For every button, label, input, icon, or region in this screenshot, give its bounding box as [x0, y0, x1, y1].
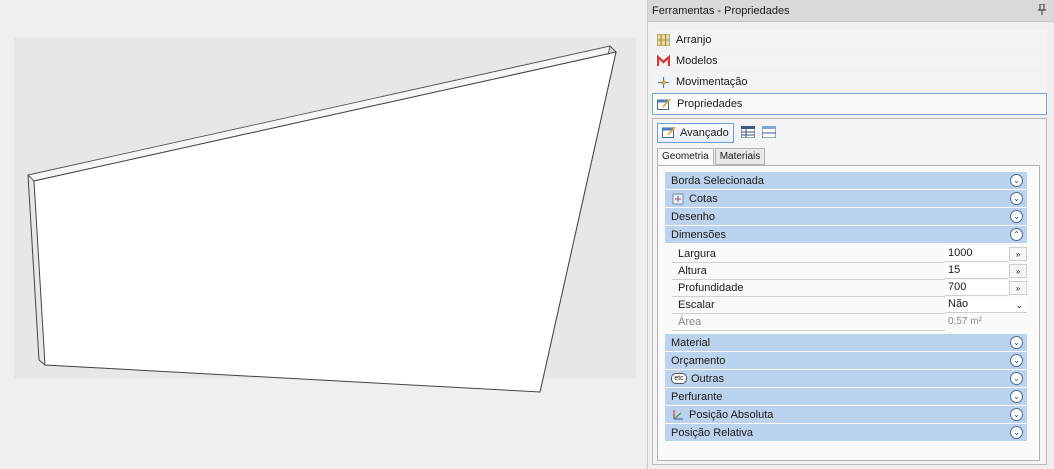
- profundidade-input[interactable]: 700: [945, 280, 1008, 296]
- escalar-select[interactable]: Não ⌄: [945, 297, 1027, 313]
- property-label: Largura: [678, 248, 716, 260]
- grid-icon: [656, 33, 670, 47]
- alphabetical-view-icon[interactable]: [761, 125, 777, 140]
- group-label: Orçamento: [671, 354, 726, 367]
- property-row-area: Área 0,57 m²: [665, 314, 1027, 331]
- nav-item-label: Modelos: [676, 55, 718, 67]
- properties-tabs: Geometria Materiais: [657, 148, 766, 166]
- chevron-down-icon[interactable]: ⌄: [1010, 390, 1023, 403]
- move-icon: [656, 75, 670, 89]
- chevron-down-icon[interactable]: ⌄: [1010, 174, 1023, 187]
- property-grid: Borda Selecionada ⌄ Cotas ⌄ Desenho ⌄ Di…: [657, 165, 1040, 461]
- panel-title: Ferramentas - Propriedades: [652, 4, 790, 17]
- group-label: Borda Selecionada: [671, 174, 764, 187]
- group-label: Posição Relativa: [671, 426, 753, 439]
- property-label: Escalar: [678, 299, 715, 311]
- chevron-down-icon[interactable]: ⌄: [1010, 336, 1023, 349]
- group-dimensoes[interactable]: Dimensões ⌃: [665, 226, 1027, 243]
- property-label: Profundidade: [678, 282, 744, 294]
- panel-3d-shape[interactable]: [0, 0, 645, 469]
- chevron-down-icon[interactable]: ⌄: [1010, 408, 1023, 421]
- nav-item-propriedades[interactable]: Propriedades: [652, 93, 1047, 115]
- panel-titlebar: Ferramentas - Propriedades: [648, 0, 1054, 22]
- property-label: Altura: [678, 265, 707, 277]
- escalar-value: Não: [948, 298, 969, 310]
- chevron-down-icon[interactable]: ⌄: [1010, 372, 1023, 385]
- largura-expand-button[interactable]: »: [1009, 247, 1027, 261]
- group-material[interactable]: Material ⌄: [665, 334, 1027, 351]
- models-icon: [656, 54, 670, 68]
- pin-icon[interactable]: [1038, 3, 1046, 18]
- tools-properties-panel: Ferramentas - Propriedades Arranjo Model…: [647, 0, 1054, 469]
- advanced-button[interactable]: Avançado: [657, 123, 734, 143]
- chevron-down-icon[interactable]: ⌄: [1010, 192, 1023, 205]
- tab-materiais[interactable]: Materiais: [714, 148, 766, 165]
- nav-item-arranjo[interactable]: Arranjo: [652, 30, 1047, 50]
- group-label: Posição Absoluta: [689, 408, 774, 421]
- group-perfurante[interactable]: Perfurante ⌄: [665, 388, 1027, 405]
- property-row-profundidade: Profundidade 700 »: [665, 280, 1027, 297]
- properties-toolbar: Avançado: [657, 123, 777, 143]
- row-separator: [672, 330, 945, 331]
- etc-icon: etc: [671, 373, 687, 384]
- group-label: Cotas: [689, 192, 718, 205]
- group-orcamento[interactable]: Orçamento ⌄: [665, 352, 1027, 369]
- properties-icon: [662, 126, 676, 140]
- chevron-down-icon[interactable]: ⌄: [1015, 300, 1023, 311]
- group-posicao-relativa[interactable]: Posição Relativa ⌄: [665, 424, 1027, 441]
- nav-item-movimentacao[interactable]: Movimentação: [652, 72, 1047, 92]
- property-row-altura: Altura 15 »: [665, 263, 1027, 280]
- categorized-view-icon[interactable]: [740, 125, 756, 140]
- tool-nav-list: Arranjo Modelos Movimentação Propriedade…: [652, 30, 1047, 116]
- nav-item-modelos[interactable]: Modelos: [652, 51, 1047, 71]
- tab-geometria[interactable]: Geometria: [657, 148, 714, 166]
- chevron-down-icon[interactable]: ⌄: [1010, 426, 1023, 439]
- property-label: Área: [678, 316, 702, 328]
- profundidade-expand-button[interactable]: »: [1009, 281, 1027, 295]
- properties-subpanel: Avançado Geometria Materiais Borda Selec…: [652, 118, 1047, 465]
- group-label: Perfurante: [671, 390, 723, 403]
- group-desenho[interactable]: Desenho ⌄: [665, 208, 1027, 225]
- group-label: Outras: [691, 372, 725, 385]
- dimension-icon: [671, 193, 685, 205]
- property-row-largura: Largura 1000 »: [665, 246, 1027, 263]
- 3d-viewport[interactable]: [0, 0, 645, 469]
- group-borda-selecionada[interactable]: Borda Selecionada ⌄: [665, 172, 1027, 189]
- largura-input[interactable]: 1000: [945, 246, 1008, 262]
- advanced-label: Avançado: [680, 127, 729, 139]
- nav-item-label: Arranjo: [676, 34, 712, 46]
- area-value: 0,57 m²: [948, 316, 982, 327]
- group-outras[interactable]: etc Outras ⌄: [665, 370, 1027, 387]
- group-label: Desenho: [671, 210, 716, 223]
- chevron-down-icon[interactable]: ⌄: [1010, 354, 1023, 367]
- chevron-down-icon[interactable]: ⌄: [1010, 210, 1023, 223]
- chevron-up-icon[interactable]: ⌃: [1010, 228, 1023, 241]
- group-posicao-absoluta[interactable]: Posição Absoluta ⌄: [665, 406, 1027, 423]
- axis-position-icon: [671, 409, 685, 421]
- group-label: Material: [671, 336, 711, 349]
- group-label: Dimensões: [671, 228, 727, 241]
- altura-expand-button[interactable]: »: [1009, 264, 1027, 278]
- nav-item-label: Propriedades: [677, 98, 743, 110]
- group-cotas[interactable]: Cotas ⌄: [665, 190, 1027, 207]
- properties-icon: [657, 97, 671, 111]
- property-row-escalar: Escalar Não ⌄: [665, 297, 1027, 314]
- nav-item-label: Movimentação: [676, 76, 748, 88]
- altura-input[interactable]: 15: [945, 263, 1008, 279]
